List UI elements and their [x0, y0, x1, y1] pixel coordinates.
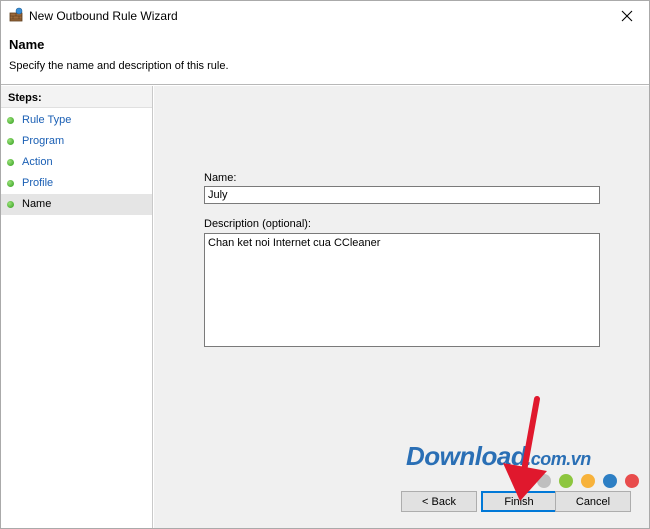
step-rule-type[interactable]: Rule Type [1, 110, 152, 131]
page-description: Specify the name and description of this… [9, 60, 229, 72]
firewall-shield-icon [8, 7, 24, 23]
cancel-button[interactable]: Cancel [555, 491, 631, 512]
step-label: Profile [22, 177, 54, 189]
description-input[interactable]: Chan ket noi Internet cua CCleaner [204, 233, 600, 347]
step-program[interactable]: Program [1, 131, 152, 152]
step-label: Program [22, 135, 65, 147]
watermark-dot [625, 474, 639, 488]
page-header: Name Specify the name and description of… [1, 31, 649, 85]
back-button[interactable]: < Back [401, 491, 477, 512]
green-dot-icon [7, 201, 14, 208]
green-dot-icon [7, 159, 14, 166]
finish-button[interactable]: Finish [481, 491, 557, 512]
step-action[interactable]: Action [1, 152, 152, 173]
download-watermark-logo: Download.com.vn [406, 441, 591, 472]
name-input[interactable] [204, 186, 600, 204]
watermark-dot [603, 474, 617, 488]
green-dot-icon [7, 180, 14, 187]
step-label: Action [22, 156, 53, 168]
steps-header: Steps: [1, 86, 152, 108]
steps-panel: Steps: Rule Type Program Action Profile … [1, 86, 153, 528]
step-name[interactable]: Name [1, 194, 152, 215]
watermark-dot [515, 474, 529, 488]
watermark-dot [559, 474, 573, 488]
name-label: Name: [204, 172, 237, 184]
window-title: New Outbound Rule Wizard [29, 9, 178, 23]
green-dot-icon [7, 117, 14, 124]
watermark-brand: Download [406, 441, 527, 471]
watermark-dot [537, 474, 551, 488]
page-title: Name [9, 37, 45, 52]
green-dot-icon [7, 138, 14, 145]
title-bar[interactable]: New Outbound Rule Wizard [1, 1, 649, 31]
wizard-window: New Outbound Rule Wizard Name Specify th… [0, 0, 650, 529]
steps-title: Steps: [8, 92, 42, 104]
close-icon[interactable] [605, 1, 649, 31]
watermark-domain: .com.vn [526, 449, 591, 469]
description-label: Description (optional): [204, 218, 311, 230]
step-label: Rule Type [22, 114, 72, 126]
step-profile[interactable]: Profile [1, 173, 152, 194]
watermark-dot [581, 474, 595, 488]
step-label: Name [22, 198, 52, 210]
